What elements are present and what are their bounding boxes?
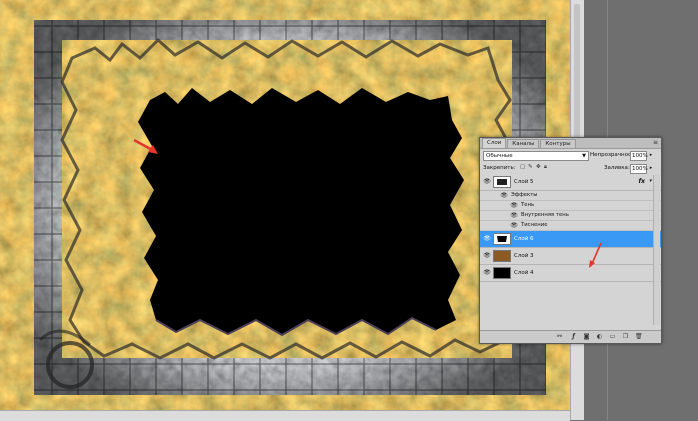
lock-all-icon[interactable]: 🔒︎ [544, 164, 549, 170]
chevron-down-icon: ▼ [582, 153, 586, 159]
horizontal-scrollbar[interactable] [0, 410, 570, 421]
effects-label: Эффекты [511, 192, 538, 198]
eye-icon[interactable]: 👁︎ [483, 269, 491, 277]
blend-mode-value: Обычные [486, 153, 513, 159]
layer-name: Слой 3 [514, 253, 534, 259]
opacity-slider-arrow-icon[interactable]: ▸ [648, 151, 654, 159]
tab-channels[interactable]: Каналы [507, 139, 540, 148]
red-arrow-panel [589, 242, 602, 268]
layer-row-4[interactable]: 👁︎ Слой 4 [480, 265, 661, 282]
layer-row-3[interactable]: 👁︎ Слой 3 [480, 248, 661, 265]
lock-transparent-icon[interactable]: ▢ [520, 164, 525, 170]
photoshop-workspace: Слои Каналы Контуры ≡ Обычные ▼ Непрозра… [0, 0, 698, 421]
opacity-input[interactable]: 100% [630, 151, 648, 161]
add-mask-icon[interactable]: ◙ [583, 333, 590, 340]
chevron-down-icon[interactable]: ▾ [649, 178, 652, 184]
effect-name: Тиснение [521, 222, 548, 228]
panel-menu-icon[interactable]: ≡ [653, 139, 658, 146]
panel-bottom-toolbar: ⚯ ƒ ◙ ◐ ▭ ❐ 🗑︎ [480, 330, 661, 343]
eye-icon[interactable]: 👁︎ [483, 178, 491, 186]
eye-icon[interactable]: 👁︎ [500, 192, 508, 200]
effect-name: Тень [521, 202, 535, 208]
effects-group-row[interactable]: 👁︎ Эффекты [480, 191, 661, 201]
layers-scrollbar[interactable] [653, 175, 660, 325]
tab-layers[interactable]: Слои [482, 138, 507, 148]
layer-thumbnail [493, 233, 511, 245]
blend-opacity-row: Обычные ▼ Непрозрачность: 100% ▸ [480, 149, 661, 162]
layer-name: Слой 6 [514, 236, 534, 242]
layer-thumbnail [493, 267, 511, 279]
fill-input[interactable]: 100% [630, 164, 648, 174]
lock-label: Закрепить: [483, 165, 516, 171]
effect-row-inner-shadow[interactable]: 👁︎ Внутренняя тень [480, 211, 661, 221]
effect-row-emboss[interactable]: 👁︎ Тиснение [480, 221, 661, 231]
lock-move-icon[interactable]: ✥ [536, 164, 541, 170]
layer-thumbnail [493, 176, 511, 188]
delete-layer-icon[interactable]: 🗑︎ [635, 333, 643, 340]
panel-tabs: Слои Каналы Контуры [480, 138, 661, 149]
fill-label: Заливка: [604, 165, 630, 171]
eye-icon[interactable]: 👁︎ [483, 252, 491, 260]
eye-icon[interactable]: 👁︎ [510, 202, 518, 210]
new-group-icon[interactable]: ▭ [609, 333, 616, 340]
layers-panel: Слои Каналы Контуры ≡ Обычные ▼ Непрозра… [479, 137, 662, 344]
effect-name: Внутренняя тень [521, 212, 569, 218]
layer-name: Слой 5 [514, 179, 534, 185]
layer-row-6-selected[interactable]: 👁︎ Слой 6 [480, 231, 661, 248]
fill-slider-arrow-icon[interactable]: ▸ [648, 164, 654, 172]
layer-thumbnail [493, 250, 511, 262]
add-style-icon[interactable]: ƒ [570, 333, 577, 340]
layer-row-5[interactable]: 👁︎ Слой 5 fx ▾ [480, 174, 661, 191]
effect-row-shadow[interactable]: 👁︎ Тень [480, 201, 661, 211]
fx-icon[interactable]: fx [639, 178, 645, 185]
blend-mode-select[interactable]: Обычные ▼ [483, 151, 589, 161]
new-layer-icon[interactable]: ❐ [622, 333, 629, 340]
eye-icon[interactable]: 👁︎ [483, 235, 491, 243]
link-layers-icon[interactable]: ⚯ [556, 333, 563, 340]
lock-brush-icon[interactable]: ✎ [528, 164, 533, 170]
adjustment-layer-icon[interactable]: ◐ [596, 333, 603, 340]
eye-icon[interactable]: 👁︎ [510, 212, 518, 220]
layer-name: Слой 4 [514, 270, 534, 276]
layers-list: 👁︎ Слой 5 fx ▾ 👁︎ Эффекты 👁︎ Тень 👁︎ Вну… [480, 174, 661, 329]
eye-icon[interactable]: 👁︎ [510, 222, 518, 230]
tab-paths[interactable]: Контуры [540, 139, 576, 148]
